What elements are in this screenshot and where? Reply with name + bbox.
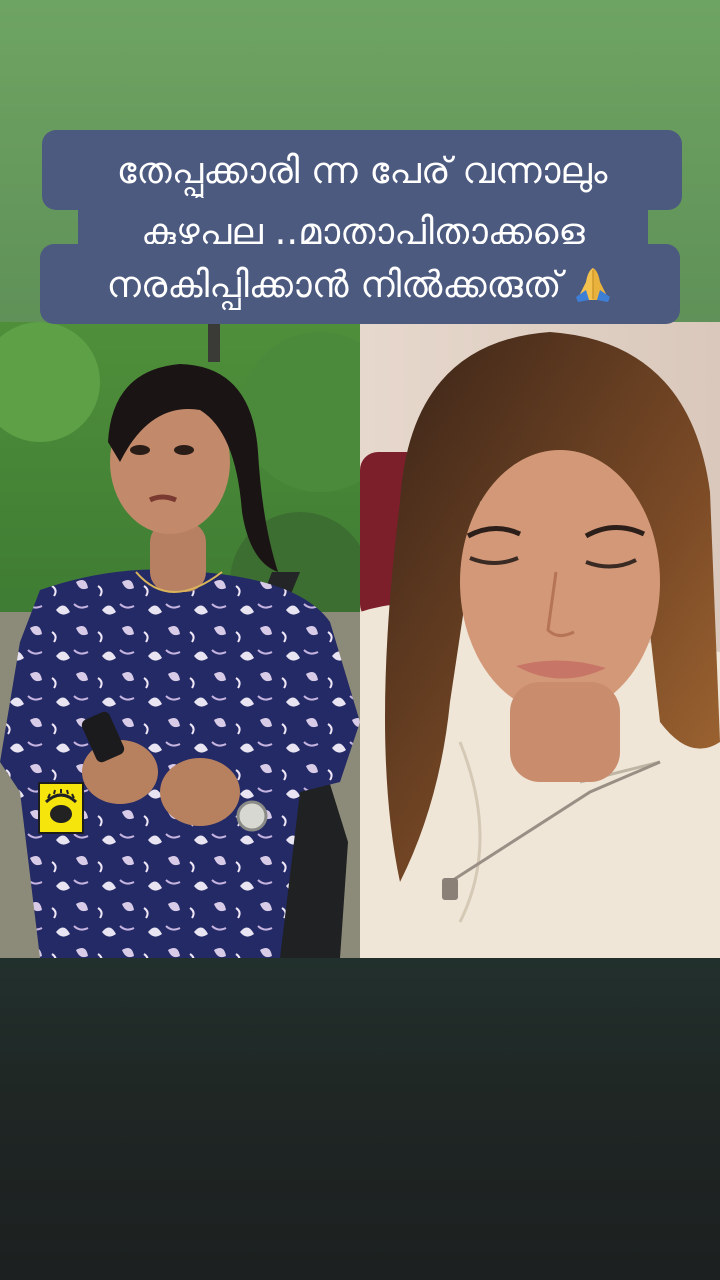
caption-line-3-text: നരകിപ്പിക്കാൻ നിൽക്കരുത് <box>106 262 562 306</box>
channel-logo-icon <box>38 782 84 834</box>
folded-hands-icon <box>572 264 614 304</box>
caption-line-3: നരകിപ്പിക്കാൻ നിൽക്കരുത് <box>40 244 680 324</box>
left-video-panel[interactable] <box>0 322 360 958</box>
right-video-panel[interactable] <box>360 322 720 958</box>
caption-line-1-text: തേപ്പുക്കാരി ന്ന പേര് വന്നാലും <box>116 148 608 192</box>
story-background-bottom <box>0 958 720 1280</box>
